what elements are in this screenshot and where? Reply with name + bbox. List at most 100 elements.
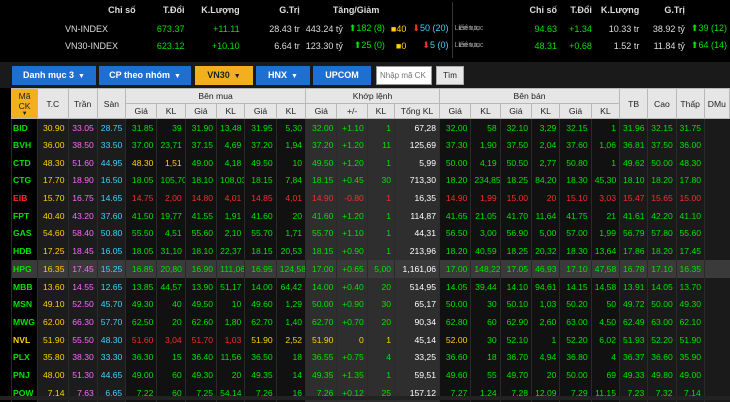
bid2-vol: 111,06 bbox=[216, 260, 245, 278]
col-thap[interactable]: Thấp bbox=[675, 88, 705, 119]
index-row[interactable]: VN-INDEX 673.37 +11.11 28.43 tr 443.24 tỷ ⬆18… bbox=[62, 20, 482, 37]
stock-symbol[interactable]: CTG bbox=[10, 171, 38, 190]
stock-symbol[interactable]: PLX bbox=[10, 348, 38, 367]
stock-row[interactable]: CTG 17.70 18.90 16.50 18.05 105,70 18.10 108,03… bbox=[10, 171, 730, 190]
bid3-vol: 15 bbox=[156, 348, 186, 367]
stock-symbol[interactable]: HDB bbox=[10, 242, 38, 260]
bid1-price: 62.70 bbox=[244, 313, 277, 331]
col-tran[interactable]: Trần bbox=[67, 88, 98, 119]
stock-row[interactable]: BID 30.90 33.05 28.75 31.85 39 31.90 13,48 31.95… bbox=[10, 118, 730, 137]
hnx-dropdown[interactable]: HNX ▼ bbox=[256, 66, 310, 85]
stock-row[interactable]: CTD 48.30 51.60 44.95 48.30 1,51 49.00 4,18 49.5… bbox=[10, 153, 730, 172]
low-price: 49.00 bbox=[675, 366, 705, 384]
col-tb[interactable]: TB bbox=[618, 88, 649, 119]
stock-row[interactable]: PLX 35.80 38.30 33.30 36.30 15 36.40 11,56 36.50… bbox=[10, 348, 730, 367]
col-ask3-price[interactable]: Giá bbox=[559, 103, 592, 119]
bid3-price: 49.00 bbox=[125, 366, 157, 384]
stock-symbol[interactable]: MSN bbox=[10, 295, 38, 314]
stock-symbol[interactable]: NVL bbox=[10, 330, 38, 349]
col-ask1-vol[interactable]: KL bbox=[470, 103, 501, 119]
stock-row[interactable]: PNJ 48.00 51.30 44.65 49.00 60 49.30 20 49.35 14 4… bbox=[10, 366, 730, 384]
stock-row[interactable]: MBB 13.60 14.55 12.65 13.85 44,57 13.90 51,17 14… bbox=[10, 277, 730, 296]
vn30-dropdown[interactable]: VN30 ▼ bbox=[195, 66, 253, 85]
bid2-price: 49.00 bbox=[184, 153, 217, 172]
ref-price: 36.00 bbox=[37, 136, 68, 154]
floor-price: 48.30 bbox=[96, 330, 126, 349]
col-bid2-price[interactable]: Giá bbox=[184, 103, 218, 119]
index-row[interactable]: VN30-INDEX 623.12 +10.10 6.64 tr 123.30 tỷ ⬆2… bbox=[62, 37, 482, 54]
advancers-count: 64 (14) bbox=[698, 40, 727, 50]
stock-row[interactable]: NVL 51.90 55.50 48.30 51.60 3,04 51.70 1,03 51.9… bbox=[10, 330, 730, 349]
ref-price: 17.25 bbox=[37, 242, 68, 260]
col-dmua[interactable]: DMu bbox=[703, 88, 730, 119]
danh-muc-dropdown[interactable]: Danh mục 3 ▼ bbox=[12, 66, 96, 85]
bid2-price: 13.90 bbox=[184, 277, 217, 296]
stock-row[interactable]: MWG 62.00 66.30 57.70 62.50 20 62.60 1,80 62.70 1… bbox=[10, 313, 730, 331]
ask1-vol: 21,05 bbox=[470, 206, 501, 225]
search-button[interactable]: Tìm bbox=[436, 66, 464, 85]
stock-symbol[interactable]: HPG bbox=[10, 260, 38, 278]
bid1-vol: 1,94 bbox=[275, 136, 306, 154]
col-ma-ck[interactable]: Mã CK ▼ bbox=[10, 88, 39, 119]
col-match-vol[interactable]: KL bbox=[366, 103, 396, 119]
ask2-price: 52.10 bbox=[499, 330, 532, 349]
ask2-price: 62.90 bbox=[499, 313, 532, 331]
total-vol: 1,161,06 bbox=[394, 260, 440, 278]
ref-price: 48.00 bbox=[37, 366, 68, 384]
ask1-vol: 148,22 bbox=[470, 260, 501, 278]
stock-row[interactable]: HDB 17.25 18.45 16.05 18.05 31,10 18.10 22,37 18… bbox=[10, 242, 730, 260]
col-ask2-price[interactable]: Giá bbox=[499, 103, 533, 119]
stock-symbol[interactable]: CTD bbox=[10, 153, 38, 172]
col-san[interactable]: Sàn bbox=[96, 88, 127, 119]
total-vol: 45,14 bbox=[394, 330, 440, 349]
stock-row[interactable]: EIB 15.70 16.75 14.65 14.75 2,00 14.80 4,01 14.8… bbox=[10, 189, 730, 207]
stock-symbol[interactable]: MWG bbox=[10, 313, 38, 331]
index-row[interactable]: Liên tục 94.63 +1.34 10.33 tr 38.92 tỷ ⬆39 (1… bbox=[456, 20, 730, 37]
stock-row[interactable]: MSN 49.10 52.50 45.70 49.30 40 49.50 10 49.60 1,2… bbox=[10, 295, 730, 314]
stock-symbol[interactable]: GAS bbox=[10, 224, 38, 243]
chevron-down-icon: ▼ bbox=[173, 73, 181, 80]
total-vol: 213,96 bbox=[394, 242, 440, 260]
index-name: VN-INDEX bbox=[65, 23, 109, 34]
bid1-price: 14.00 bbox=[244, 277, 277, 296]
bid3-vol: 39 bbox=[156, 118, 186, 137]
index-decliners: ⬇5 (0) bbox=[409, 37, 451, 54]
stock-search-input[interactable] bbox=[376, 66, 432, 85]
bid2-price: 41.55 bbox=[184, 206, 217, 225]
floor-price: 15.25 bbox=[96, 260, 126, 278]
stock-row[interactable]: GAS 54.60 58.40 50.80 55.50 4,51 55.60 2,10 55.7… bbox=[10, 224, 730, 243]
stock-symbol[interactable]: MBB bbox=[10, 277, 38, 296]
ask3-vol: 6,02 bbox=[590, 330, 620, 349]
upcom-button[interactable]: UPCOM bbox=[313, 66, 371, 85]
col-bid3-price[interactable]: Giá bbox=[125, 103, 158, 119]
stock-symbol[interactable]: PNJ bbox=[10, 366, 38, 384]
bottom-scrollbar[interactable] bbox=[0, 396, 730, 400]
bid2-vol: 51,17 bbox=[216, 277, 245, 296]
col-ask2-vol[interactable]: KL bbox=[531, 103, 561, 119]
low-price: 17.80 bbox=[675, 171, 705, 190]
stock-row[interactable]: FPT 40.40 43.20 37.60 41.50 19,77 41.55 1,91 41.… bbox=[10, 206, 730, 225]
cp-theo-nhom-dropdown[interactable]: CP theo nhóm ▼ bbox=[99, 66, 191, 85]
col-ask1-price[interactable]: Giá bbox=[438, 103, 472, 119]
stock-row[interactable]: BVH 36.00 38.50 33.50 37.00 23,71 37.15 4,69 37.… bbox=[10, 136, 730, 154]
col-match-price[interactable]: Giá bbox=[305, 103, 338, 119]
col-tc[interactable]: T.C bbox=[37, 88, 69, 119]
col-bid2-vol[interactable]: KL bbox=[216, 103, 246, 119]
high-price: 49.80 bbox=[647, 366, 676, 384]
index-row[interactable]: Liên tục 48.31 +0.68 1.52 tr 11.84 tỷ ⬆64 (14… bbox=[456, 37, 730, 54]
index-change: +1.34 bbox=[569, 23, 592, 34]
stock-row[interactable]: HPG 16.35 17.45 15.25 16.85 20,80 16.90 111,06 1… bbox=[10, 260, 730, 278]
stock-symbol[interactable]: BVH bbox=[10, 136, 38, 154]
bid3-vol: 19,77 bbox=[156, 206, 186, 225]
col-ask3-vol[interactable]: KL bbox=[590, 103, 621, 119]
col-bid1-vol[interactable]: KL bbox=[275, 103, 307, 119]
col-total-vol[interactable]: Tổng KL bbox=[394, 103, 440, 119]
col-bid1-price[interactable]: Giá bbox=[244, 103, 277, 119]
col-match-change[interactable]: +/- bbox=[336, 103, 368, 119]
ceiling-price: 51.30 bbox=[67, 366, 98, 384]
stock-symbol[interactable]: FPT bbox=[10, 206, 38, 225]
col-bid3-vol[interactable]: KL bbox=[156, 103, 186, 119]
stock-symbol[interactable]: BID bbox=[10, 118, 38, 137]
col-cao[interactable]: Cao bbox=[647, 88, 677, 119]
stock-symbol[interactable]: EIB bbox=[10, 189, 38, 207]
